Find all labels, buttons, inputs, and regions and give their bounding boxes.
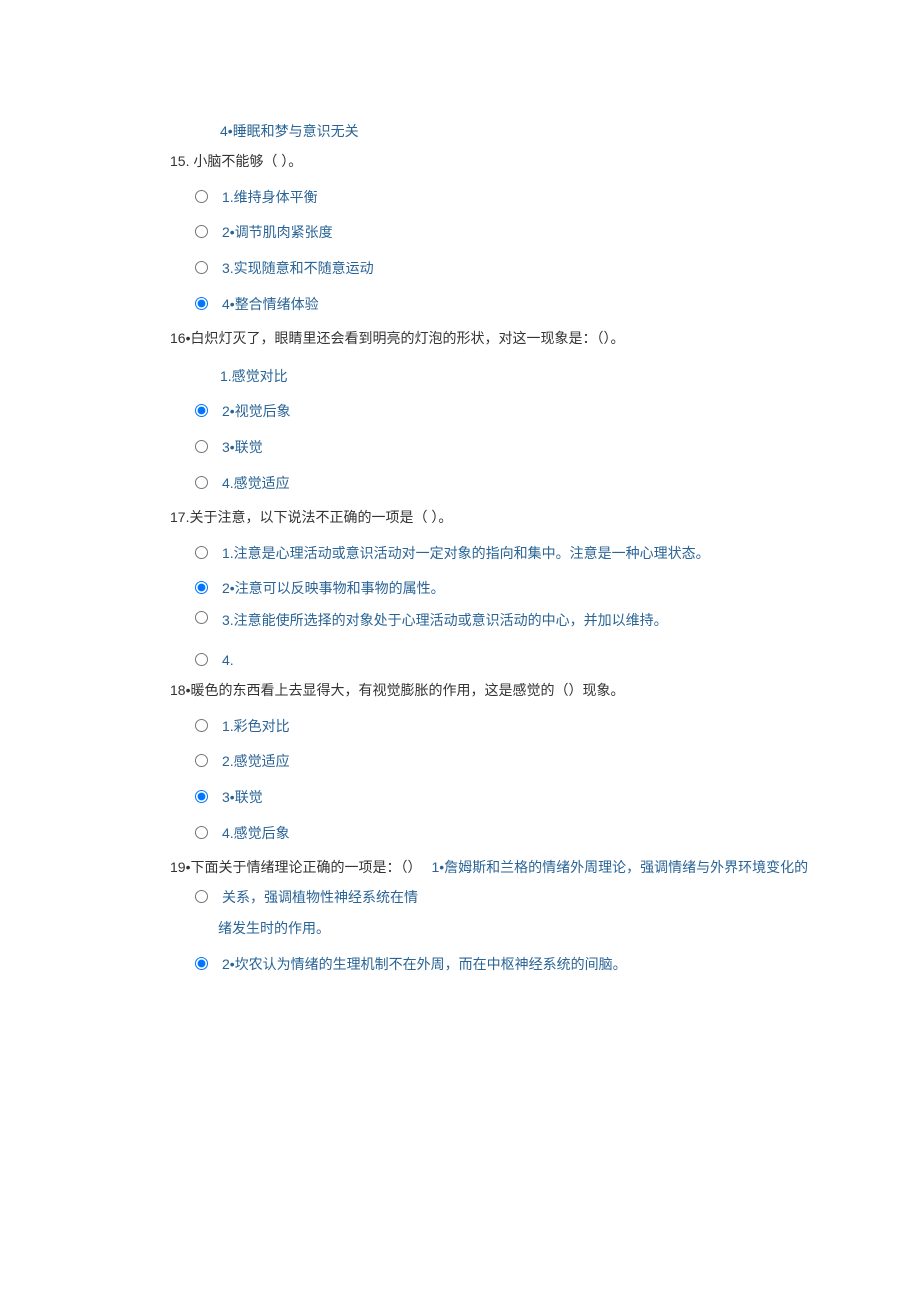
q16-option-2[interactable]: 2•视觉后象 — [170, 394, 920, 430]
q19-option-1[interactable]: 关系，强调植物性神经系统在情 — [170, 886, 920, 916]
radio-button[interactable] — [195, 225, 208, 238]
q16-text: 16•白炽灯灭了，眼睛里还会看到明亮的灯泡的形状，对这一现象是：（）。 — [170, 327, 920, 351]
option-label: 1.感觉对比 — [220, 368, 288, 384]
q17-option-2[interactable]: 2•注意可以反映事物和事物的属性。 — [170, 571, 920, 607]
q15-option-4[interactable]: 4•整合情绪体验 — [170, 287, 920, 323]
q16-option-1: 1.感觉对比 — [170, 365, 920, 389]
radio-button[interactable] — [195, 653, 208, 666]
radio-button[interactable] — [195, 611, 208, 624]
q19-option-1c: 绪发生时的作用。 — [218, 920, 330, 936]
q16-option-3[interactable]: 3•联觉 — [170, 430, 920, 466]
q18-option-4[interactable]: 4.感觉后象 — [170, 816, 920, 852]
q15-option-1[interactable]: 1.维持身体平衡 — [170, 180, 920, 216]
q17-option-3[interactable]: 3.注意能使所选择的对象处于心理活动或意识活动的中心，并加以维持。 — [170, 607, 920, 643]
option-label: 2•调节肌肉紧张度 — [222, 221, 333, 245]
q16-option-4[interactable]: 4.感觉适应 — [170, 466, 920, 502]
q15-text: 15. 小脑不能够（ ）。 — [170, 150, 920, 174]
q19-row: 19•下面关于情绪理论正确的一项是：（） 1•詹姆斯和兰格的情绪外周理论，强调情… — [170, 856, 920, 880]
option-label: 2.感觉适应 — [222, 750, 290, 774]
option-label: 4.感觉后象 — [222, 822, 290, 846]
q15-option-3[interactable]: 3.实现随意和不随意运动 — [170, 251, 920, 287]
radio-button[interactable] — [195, 826, 208, 839]
option-label: 1.注意是心理活动或意识活动对一定对象的指向和集中。注意是一种心理状态。 — [222, 542, 710, 566]
q17-text: 17.关于注意，以下说法不正确的一项是（ ）。 — [170, 506, 920, 530]
option-label: 3•联觉 — [222, 786, 263, 810]
radio-button[interactable] — [195, 297, 208, 310]
q19-text: 19•下面关于情绪理论正确的一项是：（） — [170, 856, 421, 880]
option-label: 4.感觉适应 — [222, 472, 290, 496]
q18-option-2[interactable]: 2.感觉适应 — [170, 744, 920, 780]
radio-button[interactable] — [195, 581, 208, 594]
option-label: 3•联觉 — [222, 436, 263, 460]
radio-button[interactable] — [195, 890, 208, 903]
q18-text: 18•暖色的东西看上去显得大，有视觉膨胀的作用，这是感觉的（）现象。 — [170, 679, 920, 703]
option-label: 1.维持身体平衡 — [222, 186, 318, 210]
radio-button[interactable] — [195, 790, 208, 803]
q19-option-1c-wrap: 绪发生时的作用。 — [170, 917, 920, 941]
radio-button[interactable] — [195, 404, 208, 417]
option-label: 1.彩色对比 — [222, 715, 290, 739]
q18-option-1[interactable]: 1.彩色对比 — [170, 709, 920, 745]
option-label: 3.实现随意和不随意运动 — [222, 257, 374, 281]
q15-option-2[interactable]: 2•调节肌肉紧张度 — [170, 215, 920, 251]
radio-button[interactable] — [195, 546, 208, 559]
q17-option-1[interactable]: 1.注意是心理活动或意识活动对一定对象的指向和集中。注意是一种心理状态。 — [170, 536, 920, 572]
q19-option-1a: 1•詹姆斯和兰格的情绪外周理论，强调情绪与外界环境变化的 — [431, 856, 808, 880]
radio-button[interactable] — [195, 190, 208, 203]
q19-option-1b: 关系，强调植物性神经系统在情 — [222, 886, 418, 910]
radio-button[interactable] — [195, 957, 208, 970]
radio-button[interactable] — [195, 440, 208, 453]
q17-option-4[interactable]: 4. — [170, 643, 920, 679]
radio-button[interactable] — [195, 719, 208, 732]
option-label: 4•整合情绪体验 — [222, 293, 319, 317]
q19-option-2[interactable]: 2•坎农认为情绪的生理机制不在外周，而在中枢神经系统的间脑。 — [170, 947, 920, 983]
radio-button[interactable] — [195, 261, 208, 274]
radio-button[interactable] — [195, 476, 208, 489]
radio-button[interactable] — [195, 754, 208, 767]
q14-option-4: 4•睡眠和梦与意识无关 — [170, 120, 920, 144]
option-label: 2•坎农认为情绪的生理机制不在外周，而在中枢神经系统的间脑。 — [222, 953, 627, 977]
option-label: 3.注意能使所选择的对象处于心理活动或意识活动的中心，并加以维持。 — [222, 609, 668, 633]
option-label: 4•睡眠和梦与意识无关 — [220, 123, 359, 139]
q18-option-3[interactable]: 3•联觉 — [170, 780, 920, 816]
page-content: 4•睡眠和梦与意识无关 15. 小脑不能够（ ）。 1.维持身体平衡 2•调节肌… — [0, 0, 920, 983]
option-label: 2•注意可以反映事物和事物的属性。 — [222, 577, 445, 601]
option-label: 2•视觉后象 — [222, 400, 291, 424]
option-label: 4. — [222, 649, 234, 673]
